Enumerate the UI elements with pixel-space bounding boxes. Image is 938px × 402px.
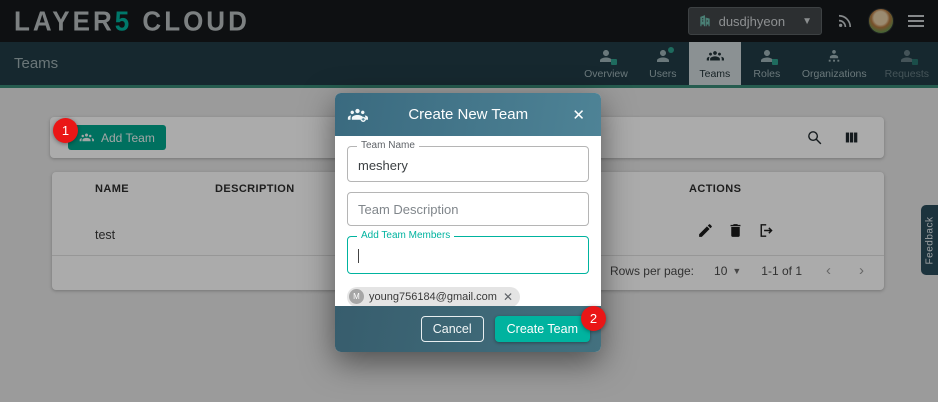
- chip-remove-icon[interactable]: ✕: [503, 290, 513, 304]
- create-team-button[interactable]: Create Team: [495, 316, 590, 342]
- member-email: young756184@gmail.com: [369, 291, 497, 303]
- add-team-members-field[interactable]: Add Team Members: [347, 236, 589, 274]
- step-2-annotation-badge: 2: [581, 306, 606, 331]
- step-1-annotation-badge: 1: [53, 118, 78, 143]
- team-name-field[interactable]: Team Name meshery: [347, 146, 589, 182]
- app-window: LAYER5 CLOUD dusdjhyeon ▼ Teams: [0, 0, 938, 402]
- member-email-chip[interactable]: M young756184@gmail.com ✕: [347, 287, 520, 307]
- modal-footer: Cancel Create Team: [335, 306, 601, 352]
- group-add-icon: [347, 104, 368, 125]
- modal-title: Create New Team: [368, 106, 568, 123]
- member-chip-row: M young756184@gmail.com ✕: [347, 286, 589, 307]
- add-team-members-label: Add Team Members: [357, 230, 454, 241]
- modal-header: Create New Team ✕: [335, 93, 601, 136]
- team-name-value: meshery: [358, 158, 408, 173]
- member-avatar: M: [349, 289, 364, 304]
- text-cursor: [358, 249, 359, 263]
- team-description-field[interactable]: Team Description: [347, 192, 589, 226]
- team-description-placeholder: Team Description: [358, 202, 458, 217]
- team-name-label: Team Name: [357, 140, 419, 151]
- close-icon[interactable]: ✕: [568, 104, 589, 126]
- modal-body: Team Name meshery Team Description Add T…: [335, 136, 601, 307]
- create-team-modal: Create New Team ✕ Team Name meshery Team…: [335, 93, 601, 352]
- cancel-button[interactable]: Cancel: [421, 316, 484, 342]
